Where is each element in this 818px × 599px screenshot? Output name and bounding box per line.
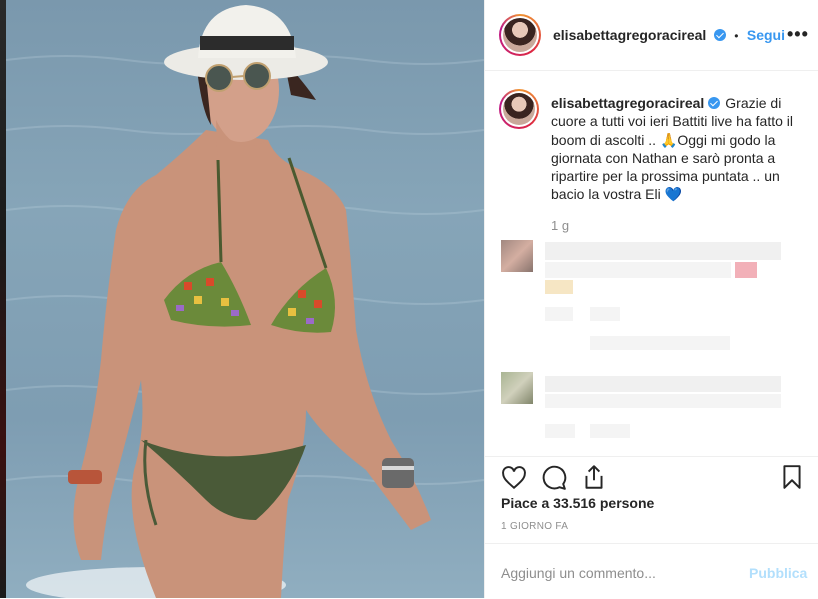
follow-button[interactable]: Segui — [747, 27, 785, 43]
comment-avatar — [501, 240, 533, 272]
username[interactable]: elisabettagregoracireal — [553, 27, 706, 43]
likes-count[interactable]: Piace a 33.516 persone — [501, 495, 654, 511]
caption-time[interactable]: 1 g — [551, 218, 569, 233]
publish-button[interactable]: Pubblica — [749, 565, 807, 581]
comment-blur — [545, 394, 781, 408]
post-header: elisabettagregoracireal • Segui ••• — [485, 0, 818, 71]
caption-username[interactable]: elisabettagregoracireal — [551, 95, 704, 111]
photo-illustration — [6, 5, 484, 598]
separator-dot: • — [734, 29, 739, 43]
post-panel: elisabettagregoracireal • Segui ••• elis… — [484, 0, 818, 598]
comment-blur — [545, 280, 573, 294]
bookmark-icon[interactable] — [781, 464, 803, 495]
verified-badge-icon — [708, 97, 721, 109]
comment-blur — [545, 242, 781, 260]
comment-box: Aggiungi un commento... Pubblica — [485, 543, 818, 599]
heart-icon[interactable] — [501, 465, 527, 496]
caption: elisabettagregoracireal Grazie di cuore a… — [551, 94, 801, 204]
caption-text: Grazie di cuore a tutti voi ieri Battiti… — [551, 95, 793, 203]
post-date[interactable]: 1 GIORNO FA — [501, 521, 568, 532]
comment-blur — [545, 424, 575, 438]
post-photo[interactable] — [6, 0, 484, 598]
comment-icon[interactable] — [541, 465, 567, 496]
comment-blur — [545, 307, 573, 321]
more-options-icon[interactable]: ••• — [787, 24, 809, 45]
comment-blur — [590, 336, 730, 350]
comment-blur — [735, 262, 757, 278]
comment-blur — [545, 262, 731, 278]
share-icon[interactable] — [581, 463, 607, 496]
comment-blur — [590, 307, 620, 321]
actions-bar — [485, 456, 818, 490]
comment-avatar — [501, 372, 533, 404]
avatar[interactable] — [499, 14, 541, 56]
verified-badge-icon — [713, 29, 726, 41]
caption-avatar[interactable] — [499, 89, 539, 129]
comment-input[interactable]: Aggiungi un commento... — [501, 565, 656, 581]
comment-blur — [545, 376, 781, 392]
comment-blur — [590, 424, 630, 438]
